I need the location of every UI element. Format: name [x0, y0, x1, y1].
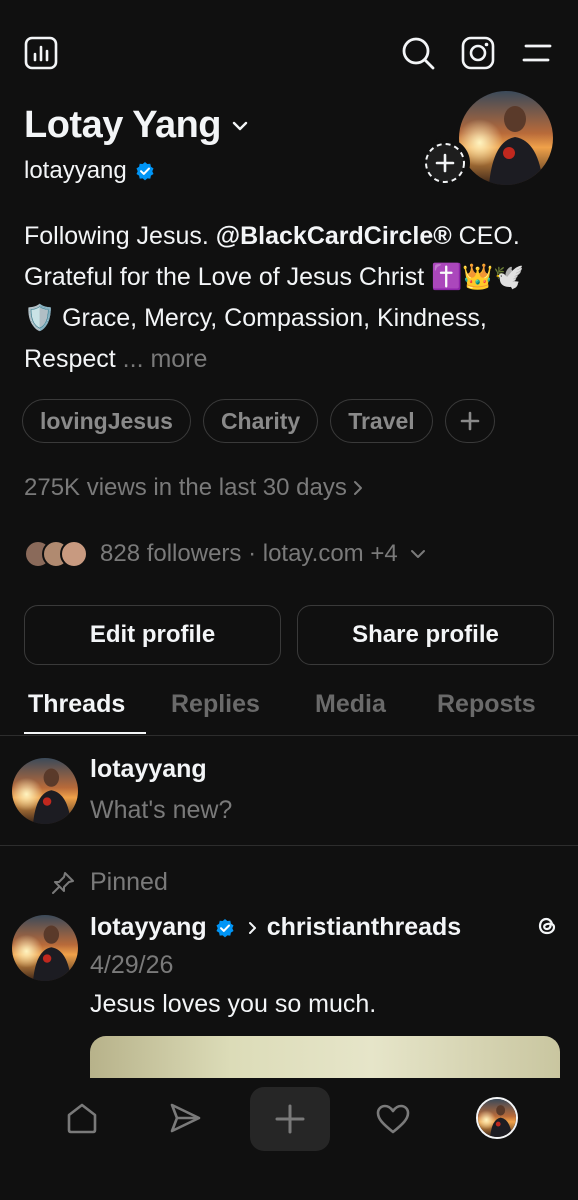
home-icon[interactable] — [62, 1098, 102, 1138]
profile-name: Lotay Yang — [24, 104, 222, 146]
profile-tabs: Threads Replies Media Reposts — [0, 690, 578, 736]
heart-icon[interactable] — [373, 1099, 413, 1139]
interest-tags: lovingJesus Charity Travel — [22, 399, 495, 443]
post-date: 4/29/26 — [90, 951, 174, 979]
bio-text-tail: Grace, Mercy, Compassion, Kindness, Resp… — [24, 304, 487, 373]
verified-badge-icon — [216, 918, 234, 937]
tag-loving-jesus[interactable]: lovingJesus — [22, 399, 191, 443]
followers-row[interactable]: 828 followers · lotay.com +4 — [24, 540, 426, 568]
share-profile-button[interactable]: Share profile — [297, 605, 554, 665]
profile-bio: Following Jesus. @BlackCardCircle® CEO. … — [24, 216, 554, 380]
post-header: lotayyang christianthreads — [90, 913, 461, 942]
bio-mention-link[interactable]: @BlackCardCircle® — [216, 222, 452, 250]
add-story-button[interactable] — [420, 138, 470, 188]
insights-views-link[interactable]: 275K views in the last 30 days — [24, 474, 363, 502]
plus-icon — [270, 1099, 310, 1139]
bio-text: Following Jesus. — [24, 222, 216, 250]
chevron-down-icon — [232, 121, 248, 130]
plus-icon — [460, 411, 479, 431]
profile-avatar[interactable] — [459, 91, 553, 185]
add-tag-button[interactable] — [444, 399, 495, 443]
chevron-right-icon — [353, 481, 362, 495]
post-text: Jesus loves you so much. — [90, 990, 377, 1018]
post-author[interactable]: lotayyang — [90, 913, 207, 942]
divider — [0, 845, 578, 846]
follower-avatar — [60, 540, 88, 568]
edit-profile-button[interactable]: Edit profile — [24, 605, 281, 665]
tab-threads[interactable]: Threads — [28, 690, 125, 719]
composer-username: lotayyang — [90, 755, 207, 783]
chevron-down-icon — [410, 550, 425, 558]
views-text: 275K views in the last 30 days — [24, 474, 347, 501]
bio-more-link[interactable]: ... more — [123, 345, 208, 373]
threads-logo-icon[interactable] — [533, 912, 561, 940]
pinned-label: Pinned — [90, 868, 168, 896]
chevron-right-icon — [248, 921, 256, 934]
pinned-label-row: Pinned — [50, 868, 168, 897]
follower-avatars — [24, 540, 88, 568]
active-tab-indicator — [24, 732, 146, 734]
post-author-avatar[interactable] — [12, 915, 78, 981]
composer-avatar — [12, 758, 78, 824]
tab-replies[interactable]: Replies — [171, 690, 260, 719]
menu-icon[interactable] — [518, 36, 556, 70]
verified-badge-icon — [136, 162, 154, 181]
tag-charity[interactable]: Charity — [202, 399, 319, 443]
profile-avatar[interactable] — [476, 1097, 518, 1139]
followers-text: 828 followers · lotay.com +4 — [100, 540, 398, 567]
profile-handle-row: lotayyang — [24, 157, 155, 185]
tag-travel[interactable]: Travel — [330, 399, 433, 443]
composer-input[interactable]: What's new? — [90, 796, 232, 825]
instagram-icon[interactable] — [458, 33, 498, 73]
tab-media[interactable]: Media — [315, 690, 386, 719]
search-icon[interactable] — [398, 33, 438, 73]
tab-reposts[interactable]: Reposts — [437, 690, 536, 719]
profile-name-switcher[interactable]: Lotay Yang — [24, 104, 249, 147]
post-community[interactable]: christianthreads — [267, 913, 462, 942]
plus-circle-dashed-icon — [425, 143, 465, 183]
send-icon[interactable] — [165, 1098, 205, 1138]
pin-icon — [52, 871, 74, 894]
profile-handle: lotayyang — [24, 157, 127, 184]
insights-icon[interactable] — [22, 34, 60, 72]
post-image[interactable] — [90, 1036, 560, 1078]
